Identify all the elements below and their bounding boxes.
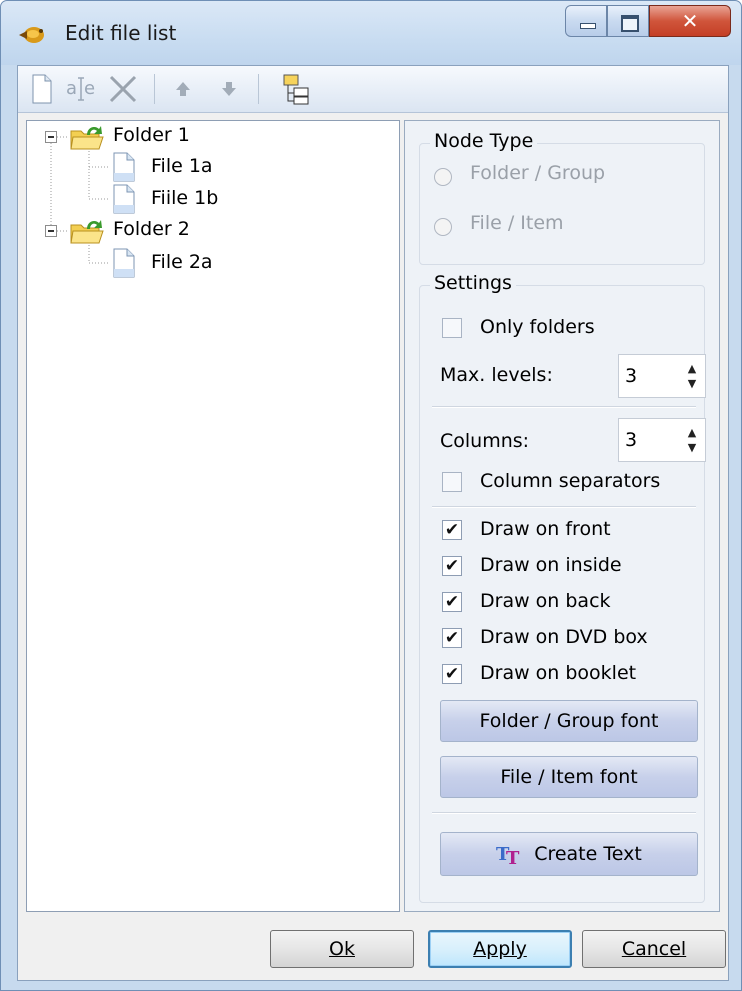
svg-text:a: a (66, 78, 77, 99)
tree-node-label: File 2a (151, 251, 213, 273)
spinner-arrows-icon[interactable]: ▲ ▼ (683, 425, 701, 455)
ok-button[interactable]: Ok (270, 930, 414, 968)
tree-node-folder[interactable]: Folder 2 (113, 218, 190, 240)
divider (432, 812, 696, 814)
draw-on-dvd-box-label: Draw on DVD box (480, 626, 648, 648)
draw-on-back-checkbox[interactable]: ✔ (442, 592, 462, 612)
file-item-label: File / Item (470, 212, 564, 234)
folder-group-label: Folder / Group (470, 162, 606, 184)
columns-value: 3 (625, 429, 638, 451)
file-icon (113, 152, 135, 182)
max-levels-spinner[interactable]: 3 ▲ ▼ (618, 354, 706, 398)
draw-on-booklet-label: Draw on booklet (480, 662, 637, 684)
settings-title: Settings (430, 272, 516, 294)
cancel-label: Cancel (621, 938, 687, 960)
tree-node-file[interactable]: File 2a (151, 251, 213, 273)
folder-icon (70, 126, 104, 150)
file-tree[interactable]: Folder 1 File 1a Fiile 1b Folder 2 File … (26, 120, 400, 912)
tree-node-label: Folder 1 (113, 124, 190, 146)
draw-on-booklet-checkbox[interactable]: ✔ (442, 664, 462, 684)
only-folders-label: Only folders (480, 316, 595, 338)
close-button[interactable]: ✕ (649, 5, 731, 37)
new-file-icon[interactable] (30, 72, 54, 106)
node-type-title: Node Type (430, 130, 538, 152)
only-folders-checkbox[interactable] (442, 318, 462, 338)
edit-file-list-window: Edit file list ✕ a e Folder 1 File 1a Fi… (0, 0, 742, 991)
title-bar: Edit file list ✕ (1, 1, 741, 65)
file-item-font-button[interactable]: File / Item font (440, 756, 698, 798)
apply-label: Apply (473, 938, 527, 960)
toolbar: a e (18, 66, 728, 113)
columns-spinner[interactable]: 3 ▲ ▼ (618, 418, 706, 462)
delete-icon[interactable] (106, 72, 140, 106)
draw-on-dvd-box-checkbox[interactable]: ✔ (442, 628, 462, 648)
max-levels-value: 3 (625, 365, 638, 387)
node-type-group: Node Type Folder / Group File / Item (419, 130, 705, 265)
file-icon (113, 248, 135, 278)
tree-expander[interactable] (45, 131, 57, 143)
apply-button[interactable]: Apply (428, 930, 572, 968)
tree-node-label: Folder 2 (113, 218, 190, 240)
create-text-label: Create Text (534, 843, 642, 865)
move-down-icon[interactable] (214, 72, 244, 106)
draw-on-back-label: Draw on back (480, 590, 611, 612)
folder-group-font-button[interactable]: Folder / Group font (440, 700, 698, 742)
create-text-button[interactable]: T T Create Text (440, 832, 698, 876)
file-item-font-label: File / Item font (500, 766, 638, 788)
minimize-button[interactable] (565, 5, 607, 37)
draw-on-front-checkbox[interactable]: ✔ (442, 520, 462, 540)
minimize-icon (580, 23, 596, 29)
divider (432, 506, 696, 508)
spinner-arrows-icon[interactable]: ▲ ▼ (683, 361, 701, 391)
caption-buttons: ✕ (565, 5, 731, 39)
draw-on-inside-label: Draw on inside (480, 554, 622, 576)
toolbar-separator (258, 74, 259, 104)
close-icon: ✕ (681, 9, 699, 33)
max-levels-label: Max. levels: (440, 364, 553, 386)
window-title: Edit file list (65, 21, 177, 45)
tree-expander[interactable] (45, 225, 57, 237)
ok-label: Ok (329, 938, 355, 960)
create-text-icon: T T (496, 844, 520, 866)
toolbar-separator (154, 74, 155, 104)
file-icon (113, 184, 135, 214)
file-item-radio[interactable] (434, 218, 452, 236)
maximize-button[interactable] (607, 5, 649, 37)
folder-group-radio[interactable] (434, 168, 452, 186)
properties-panel: Node Type Folder / Group File / Item Set… (404, 120, 720, 912)
folder-group-font-label: Folder / Group font (479, 710, 659, 732)
columns-label: Columns: (440, 430, 530, 452)
column-separators-label: Column separators (480, 470, 661, 492)
tree-node-folder[interactable]: Folder 1 (113, 124, 190, 146)
column-separators-checkbox[interactable] (442, 472, 462, 492)
settings-group: Settings Only folders Max. levels: 3 ▲ ▼ … (419, 272, 706, 903)
dialog-client-area: a e Folder 1 File 1a Fiile 1b Folder 2 F… (17, 65, 729, 981)
tree-view-icon[interactable] (280, 72, 314, 106)
rename-icon[interactable]: a e (64, 72, 100, 106)
tree-node-file[interactable]: File 1a (151, 155, 213, 177)
app-icon (19, 27, 44, 43)
tree-node-label: Fiile 1b (151, 187, 219, 209)
tree-node-label: File 1a (151, 155, 213, 177)
maximize-icon (621, 15, 639, 32)
svg-text:e: e (84, 78, 95, 99)
cancel-button[interactable]: Cancel (582, 930, 726, 968)
svg-text:T: T (506, 848, 520, 866)
tree-node-file[interactable]: Fiile 1b (151, 187, 218, 209)
move-up-icon[interactable] (168, 72, 198, 106)
draw-on-inside-checkbox[interactable]: ✔ (442, 556, 462, 576)
folder-icon (70, 220, 104, 244)
divider (432, 406, 696, 408)
draw-on-front-label: Draw on front (480, 518, 611, 540)
